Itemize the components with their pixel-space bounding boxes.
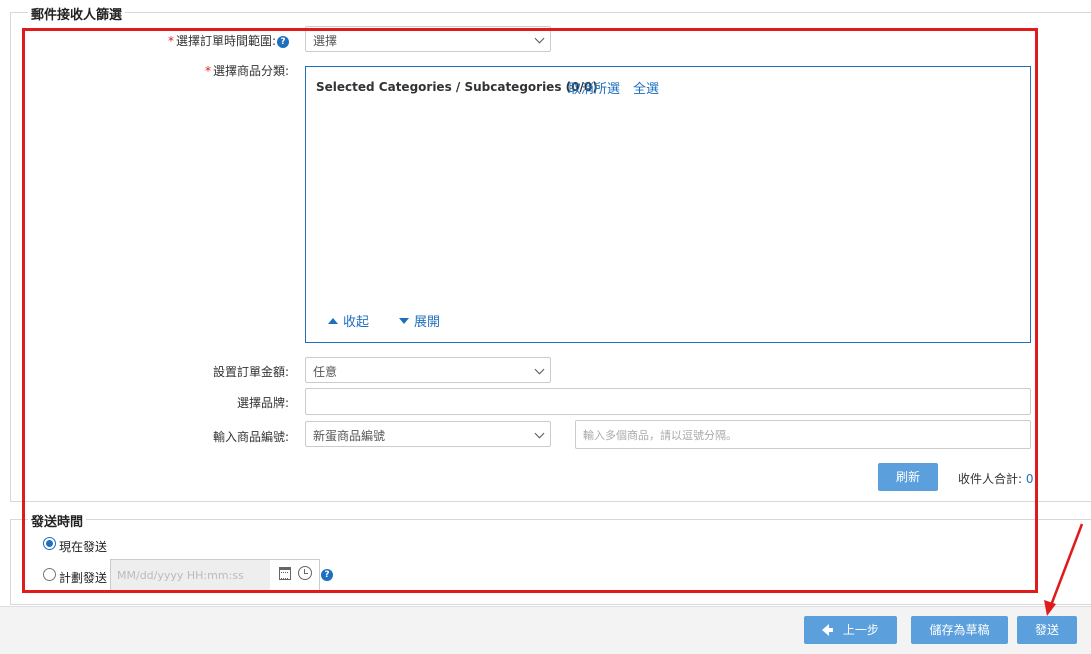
highlight-arrow xyxy=(1044,523,1084,616)
back-button[interactable]: 上一步 xyxy=(804,616,897,644)
arrow-left-icon xyxy=(822,624,834,636)
recipient-filter-legend: 郵件接收人篩選 xyxy=(28,4,126,23)
back-button-label: 上一步 xyxy=(842,623,879,637)
save-draft-button[interactable]: 儲存為草稿 xyxy=(911,616,1008,644)
highlight-box xyxy=(22,28,1038,593)
send-button[interactable]: 發送 xyxy=(1017,616,1077,644)
